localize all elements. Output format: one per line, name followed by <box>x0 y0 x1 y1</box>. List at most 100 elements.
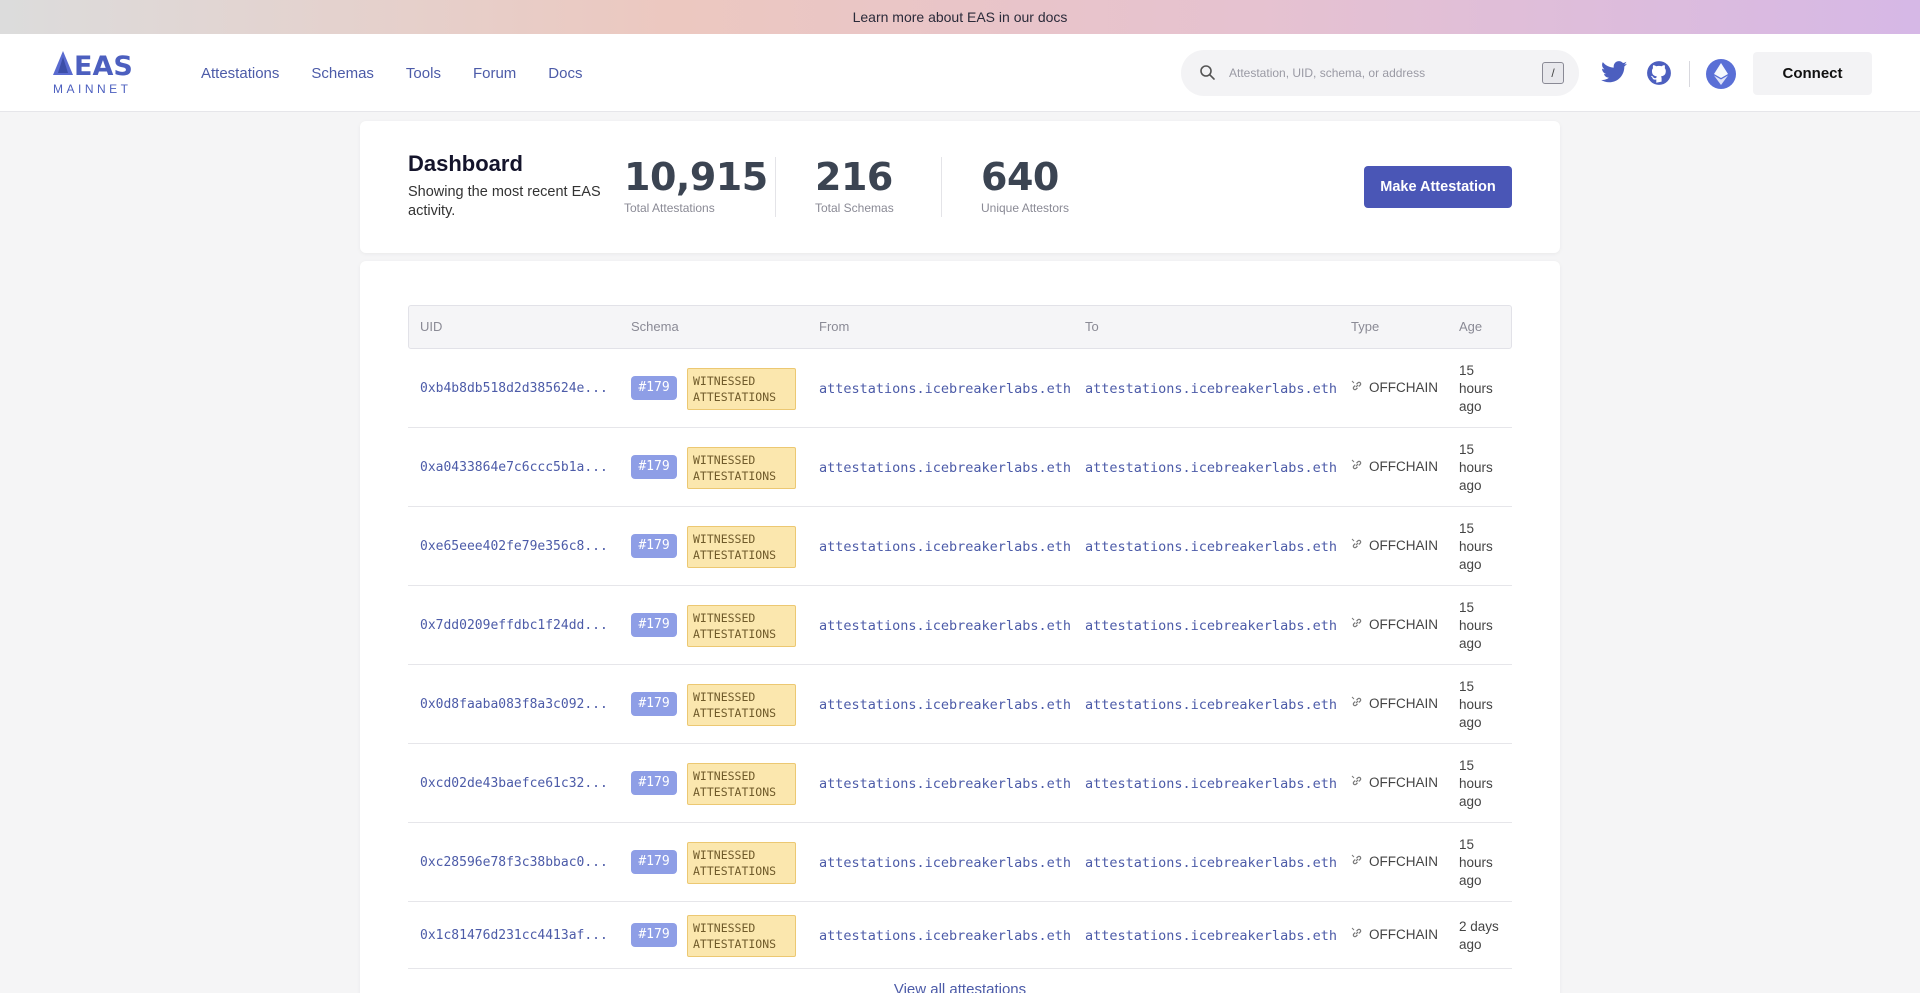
schema-name-badge[interactable]: WITNESSED ATTESTATIONS <box>687 841 796 884</box>
view-all-attestations-link[interactable]: View all attestations <box>360 981 1560 993</box>
attestation-type: OFFCHAIN <box>1351 696 1438 711</box>
header-divider <box>1689 61 1690 87</box>
from-address-link[interactable]: attestations.icebreakerlabs.eth <box>819 855 1071 871</box>
schema-name-badge[interactable]: WITNESSED ATTESTATIONS <box>687 914 796 957</box>
from-address-link[interactable]: attestations.icebreakerlabs.eth <box>819 697 1071 713</box>
nav-attestations[interactable]: Attestations <box>201 65 279 82</box>
attestation-uid-link[interactable]: 0x7dd0209effdbc1f24dd... <box>420 618 608 633</box>
attestation-uid-link[interactable]: 0xc28596e78f3c38bbac0... <box>420 855 608 870</box>
from-address-link[interactable]: attestations.icebreakerlabs.eth <box>819 381 1071 397</box>
search-shortcut-key: / <box>1542 62 1564 84</box>
schema-number-badge[interactable]: #179 <box>631 770 677 795</box>
column-header-uid: UID <box>420 319 443 334</box>
schema-number-badge[interactable]: #179 <box>631 849 677 874</box>
type-label: OFFCHAIN <box>1369 695 1438 711</box>
search-input[interactable] <box>1229 60 1509 86</box>
offchain-link-icon <box>1351 617 1363 632</box>
attestation-type: OFFCHAIN <box>1351 538 1438 553</box>
schema-name-badge[interactable]: WITNESSED ATTESTATIONS <box>687 762 796 805</box>
attestation-age: 15 hours ago <box>1459 520 1493 572</box>
nav-tools[interactable]: Tools <box>406 65 441 82</box>
from-address-link[interactable]: attestations.icebreakerlabs.eth <box>819 618 1071 634</box>
eas-logo-icon <box>53 51 73 75</box>
attestation-uid-link[interactable]: 0x1c81476d231cc4413af... <box>420 928 608 943</box>
schema-name-badge[interactable]: WITNESSED ATTESTATIONS <box>687 683 796 726</box>
top-navigation: EAS MAINNET Attestations Schemas Tools F… <box>0 34 1920 112</box>
attestation-uid-link[interactable]: 0xb4b8db518d2d385624e... <box>420 381 608 396</box>
to-address-link[interactable]: attestations.icebreakerlabs.eth <box>1085 697 1337 713</box>
type-label: OFFCHAIN <box>1369 458 1438 474</box>
schema-number-badge[interactable]: #179 <box>631 375 677 400</box>
table-row[interactable]: 0x7dd0209effdbc1f24dd... #179 WITNESSED AT… <box>408 586 1512 665</box>
table-row[interactable]: 0xb4b8db518d2d385624e... #179 WITNESSED AT… <box>408 349 1512 428</box>
table-header: UID Schema From To Type Age <box>408 305 1512 349</box>
schema-name-badge[interactable]: WITNESSED ATTESTATIONS <box>687 446 796 489</box>
nav-schemas[interactable]: Schemas <box>311 65 374 82</box>
column-header-type: Type <box>1351 319 1380 334</box>
stat-label: Unique Attestors <box>981 201 1070 215</box>
table-row[interactable]: 0xa0433864e7c6ccc5b1a... #179 WITNESSED AT… <box>408 428 1512 507</box>
schema-name-badge[interactable]: WITNESSED ATTESTATIONS <box>687 604 796 647</box>
from-address-link[interactable]: attestations.icebreakerlabs.eth <box>819 928 1071 944</box>
table-row[interactable]: 0xc28596e78f3c38bbac0... #179 WITNESSED AT… <box>408 823 1512 902</box>
from-address-link[interactable]: attestations.icebreakerlabs.eth <box>819 776 1071 792</box>
schema-number-badge[interactable]: #179 <box>631 922 677 947</box>
offchain-link-icon <box>1351 459 1363 474</box>
attestation-age: 15 hours ago <box>1459 441 1493 493</box>
schema-number-badge[interactable]: #179 <box>631 533 677 558</box>
table-row[interactable]: 0xcd02de43baefce61c32... #179 WITNESSED AT… <box>408 744 1512 823</box>
attestation-age: 15 hours ago <box>1459 757 1493 809</box>
stat-total-schemas: 216 Total Schemas <box>815 157 894 215</box>
schema-name-badge[interactable]: WITNESSED ATTESTATIONS <box>687 367 796 410</box>
attestation-type: OFFCHAIN <box>1351 459 1438 474</box>
stat-value: 216 <box>815 155 893 199</box>
stat-value: 10,915 <box>624 155 768 199</box>
attestation-uid-link[interactable]: 0x0d8faaba083f8a3c092... <box>420 697 608 712</box>
attestation-type: OFFCHAIN <box>1351 775 1438 790</box>
type-label: OFFCHAIN <box>1369 616 1438 632</box>
attestation-age: 15 hours ago <box>1459 836 1493 888</box>
connect-wallet-button[interactable]: Connect <box>1753 52 1872 95</box>
attestation-type: OFFCHAIN <box>1351 380 1438 395</box>
schema-number-badge[interactable]: #179 <box>631 612 677 637</box>
to-address-link[interactable]: attestations.icebreakerlabs.eth <box>1085 928 1337 944</box>
schema-name-badge[interactable]: WITNESSED ATTESTATIONS <box>687 525 796 568</box>
to-address-link[interactable]: attestations.icebreakerlabs.eth <box>1085 855 1337 871</box>
nav-docs[interactable]: Docs <box>548 65 582 82</box>
stat-value: 640 <box>981 155 1059 199</box>
nav-forum[interactable]: Forum <box>473 65 516 82</box>
table-row[interactable]: 0x0d8faaba083f8a3c092... #179 WITNESSED AT… <box>408 665 1512 744</box>
search-icon <box>1200 65 1215 80</box>
schema-number-badge[interactable]: #179 <box>631 454 677 479</box>
offchain-link-icon <box>1351 380 1363 395</box>
column-header-from: From <box>819 319 850 334</box>
to-address-link[interactable]: attestations.icebreakerlabs.eth <box>1085 539 1337 555</box>
attestation-type: OFFCHAIN <box>1351 617 1438 632</box>
attestation-uid-link[interactable]: 0xa0433864e7c6ccc5b1a... <box>420 460 608 475</box>
table-row[interactable]: 0xe65eee402fe79e356c8... #179 WITNESSED AT… <box>408 507 1512 586</box>
to-address-link[interactable]: attestations.icebreakerlabs.eth <box>1085 618 1337 634</box>
offchain-link-icon <box>1351 538 1363 553</box>
type-label: OFFCHAIN <box>1369 379 1438 395</box>
from-address-link[interactable]: attestations.icebreakerlabs.eth <box>819 539 1071 555</box>
to-address-link[interactable]: attestations.icebreakerlabs.eth <box>1085 381 1337 397</box>
make-attestation-button[interactable]: Make Attestation <box>1364 166 1512 208</box>
attestation-uid-link[interactable]: 0xcd02de43baefce61c32... <box>420 776 608 791</box>
ethereum-network-icon[interactable] <box>1706 59 1736 89</box>
github-icon[interactable] <box>1646 60 1672 86</box>
stat-divider <box>941 157 942 217</box>
type-label: OFFCHAIN <box>1369 926 1438 942</box>
attestation-type: OFFCHAIN <box>1351 927 1438 942</box>
schema-number-badge[interactable]: #179 <box>631 691 677 716</box>
twitter-icon[interactable] <box>1601 61 1627 83</box>
from-address-link[interactable]: attestations.icebreakerlabs.eth <box>819 460 1071 476</box>
table-row[interactable]: 0x1c81476d231cc4413af... #179 WITNESSED AT… <box>408 902 1512 969</box>
stat-total-attestations: 10,915 Total Attestations <box>624 157 768 215</box>
attestation-uid-link[interactable]: 0xe65eee402fe79e356c8... <box>420 539 608 554</box>
eas-logo[interactable]: EAS MAINNET <box>52 51 133 97</box>
stat-divider <box>775 157 776 217</box>
docs-banner-link[interactable]: Learn more about EAS in our docs <box>853 9 1068 25</box>
page-subtitle: Showing the most recent EAS activity. <box>408 184 601 219</box>
to-address-link[interactable]: attestations.icebreakerlabs.eth <box>1085 776 1337 792</box>
to-address-link[interactable]: attestations.icebreakerlabs.eth <box>1085 460 1337 476</box>
